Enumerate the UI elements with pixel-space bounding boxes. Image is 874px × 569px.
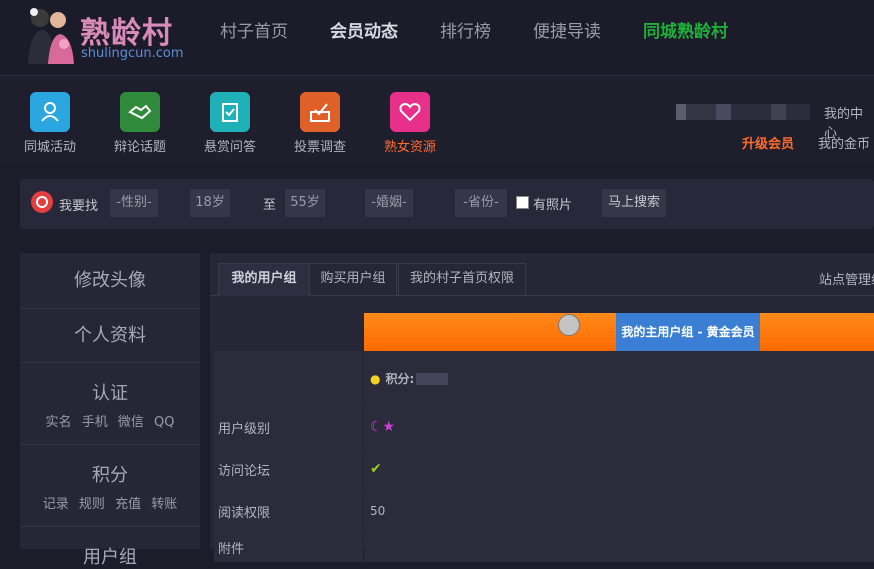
couple-figure-icon xyxy=(28,8,74,64)
age-to-label: 至 xyxy=(263,198,277,213)
search-icon xyxy=(31,191,53,213)
verify-realname-link[interactable]: 实名 xyxy=(46,415,72,430)
row-label: 阅读权限 xyxy=(214,490,363,532)
main-group-label: 我的主用户组 - 黄金会员 xyxy=(616,313,760,351)
age-to-select[interactable]: 55岁 xyxy=(285,189,325,217)
points-cell: ● 积分: xyxy=(364,351,874,406)
upgrade-link[interactable]: 升级会员 xyxy=(742,133,794,152)
verify-phone-link[interactable]: 手机 xyxy=(82,415,108,430)
points-transfer-link[interactable]: 转账 xyxy=(151,497,177,512)
sidebar-title[interactable]: 认证 xyxy=(20,379,200,405)
table-row: ● 积分: xyxy=(214,351,874,407)
ballot-box-icon xyxy=(300,92,340,132)
verify-links: 实名 手机 微信 QQ xyxy=(20,411,200,430)
quick-local-events[interactable]: 同城活动 xyxy=(20,92,80,155)
verify-qq-link[interactable]: QQ xyxy=(154,415,174,430)
my-coins-link[interactable]: 我的金币 xyxy=(818,133,870,152)
quick-bounty-qa[interactable]: 悬赏问答 xyxy=(200,92,260,155)
table-row: 我的主用户组 - 黄金会员 xyxy=(214,305,874,352)
nav-home[interactable]: 村子首页 xyxy=(220,20,288,44)
read-permission-cell: 50 xyxy=(364,490,874,532)
marriage-select[interactable]: -婚姻- xyxy=(365,189,413,217)
tab-homepage-permission[interactable]: 我的村子首页权限 xyxy=(398,263,526,296)
province-select[interactable]: -省份- xyxy=(455,189,507,217)
main-panel: 我的用户组 购买用户组 我的村子首页权限 站点管理组 我的主用户组 - 黄金会员… xyxy=(210,253,874,563)
username-blurred xyxy=(676,104,810,120)
sidebar-title: 用户组 xyxy=(83,547,137,568)
user-pin-icon xyxy=(30,92,70,132)
table-row: 访问论坛 ✔ xyxy=(214,448,874,491)
tab-buy-usergroup[interactable]: 购买用户组 xyxy=(309,263,397,296)
hearts-icon xyxy=(390,92,430,132)
handshake-icon xyxy=(120,92,160,132)
sidebar-usergroup[interactable]: 用户组 xyxy=(20,527,200,568)
level-cell: ☾★ xyxy=(364,406,874,448)
row-label: 用户级别 xyxy=(214,406,363,448)
table-row: 用户级别 ☾★ xyxy=(214,406,874,449)
sidebar-verify: 认证 实名 手机 微信 QQ xyxy=(20,363,200,445)
points-record-link[interactable]: 记录 xyxy=(43,497,69,512)
has-photo-checkbox[interactable] xyxy=(516,196,529,209)
points-blurred xyxy=(416,372,449,385)
quick-debate[interactable]: 辩论话题 xyxy=(110,92,170,155)
sidebar-profile[interactable]: 个人资料 xyxy=(20,309,200,363)
tab-bar: 我的用户组 购买用户组 我的村子首页权限 站点管理组 xyxy=(210,253,874,296)
group-progress-bar: 我的主用户组 - 黄金会员 xyxy=(364,313,874,351)
quick-resources[interactable]: 熟女资源 xyxy=(380,92,440,155)
quick-label: 投票调查 xyxy=(293,140,346,155)
forum-access-cell: ✔ xyxy=(364,448,874,490)
row-label: 附件 xyxy=(214,532,363,562)
gender-select[interactable]: -性别- xyxy=(110,189,158,217)
age-from-select[interactable]: 18岁 xyxy=(190,189,230,217)
logo-subtitle: shulingcun.com xyxy=(81,46,184,61)
points-rules-link[interactable]: 规则 xyxy=(79,497,105,512)
progress-knob[interactable] xyxy=(558,314,580,336)
quick-label: 辩论话题 xyxy=(113,140,166,155)
sidebar-title: 修改头像 xyxy=(74,270,146,291)
nav-rankings[interactable]: 排行榜 xyxy=(440,20,491,44)
checkmark-icon: ✔ xyxy=(370,461,382,477)
points-links: 记录 规则 充值 转账 xyxy=(20,493,200,512)
row-value xyxy=(364,532,874,562)
points-value: 积分: xyxy=(385,372,415,386)
sidebar-title: 个人资料 xyxy=(74,325,146,346)
site-logo[interactable]: 熟龄村 shulingcun.com xyxy=(20,2,184,68)
admin-group-label: 站点管理组 xyxy=(819,273,874,288)
moon-star-icon: ☾★ xyxy=(370,419,396,435)
table-row: 附件 xyxy=(214,532,874,563)
search-label: 我要找 xyxy=(59,199,99,214)
nav-local[interactable]: 同城熟龄村 xyxy=(643,20,728,44)
sidebar: 修改头像 个人资料 认证 实名 手机 微信 QQ 积分 记录 规则 充值 转账 … xyxy=(20,253,200,568)
search-submit-button[interactable]: 马上搜索 xyxy=(602,189,666,217)
quick-label: 熟女资源 xyxy=(383,140,436,155)
quick-label: 同城活动 xyxy=(23,140,76,155)
quick-icon-bar: 同城活动 辩论话题 悬赏问答 投票调查 熟女资源 我的中心 升级会员 我的金币 xyxy=(0,76,874,164)
sidebar-avatar[interactable]: 修改头像 xyxy=(20,253,200,309)
row-label xyxy=(214,351,363,406)
sidebar-title[interactable]: 积分 xyxy=(20,461,200,487)
top-bar: 熟龄村 shulingcun.com 村子首页 会员动态 排行榜 便捷导读 同城… xyxy=(0,0,874,76)
quick-vote[interactable]: 投票调查 xyxy=(290,92,350,155)
table-row: 阅读权限 50 xyxy=(214,490,874,533)
nav-member-activity[interactable]: 会员动态 xyxy=(330,20,398,44)
has-photo-label: 有照片 xyxy=(533,198,573,213)
tab-my-usergroup[interactable]: 我的用户组 xyxy=(218,263,310,296)
clipboard-check-icon xyxy=(210,92,250,132)
quick-label: 悬赏问答 xyxy=(203,140,256,155)
lightbulb-icon: ● xyxy=(370,371,381,386)
row-label: 访问论坛 xyxy=(214,448,363,490)
verify-wechat-link[interactable]: 微信 xyxy=(118,415,144,430)
search-bar: 我要找 -性别- 18岁 至 55岁 -婚姻- -省份- 有照片 马上搜索 xyxy=(20,179,874,229)
nav-quick-guide[interactable]: 便捷导读 xyxy=(533,20,601,44)
sidebar-points: 积分 记录 规则 充值 转账 xyxy=(20,445,200,527)
points-recharge-link[interactable]: 充值 xyxy=(115,497,141,512)
main-nav: 村子首页 会员动态 排行榜 便捷导读 同城熟龄村 xyxy=(220,20,770,44)
